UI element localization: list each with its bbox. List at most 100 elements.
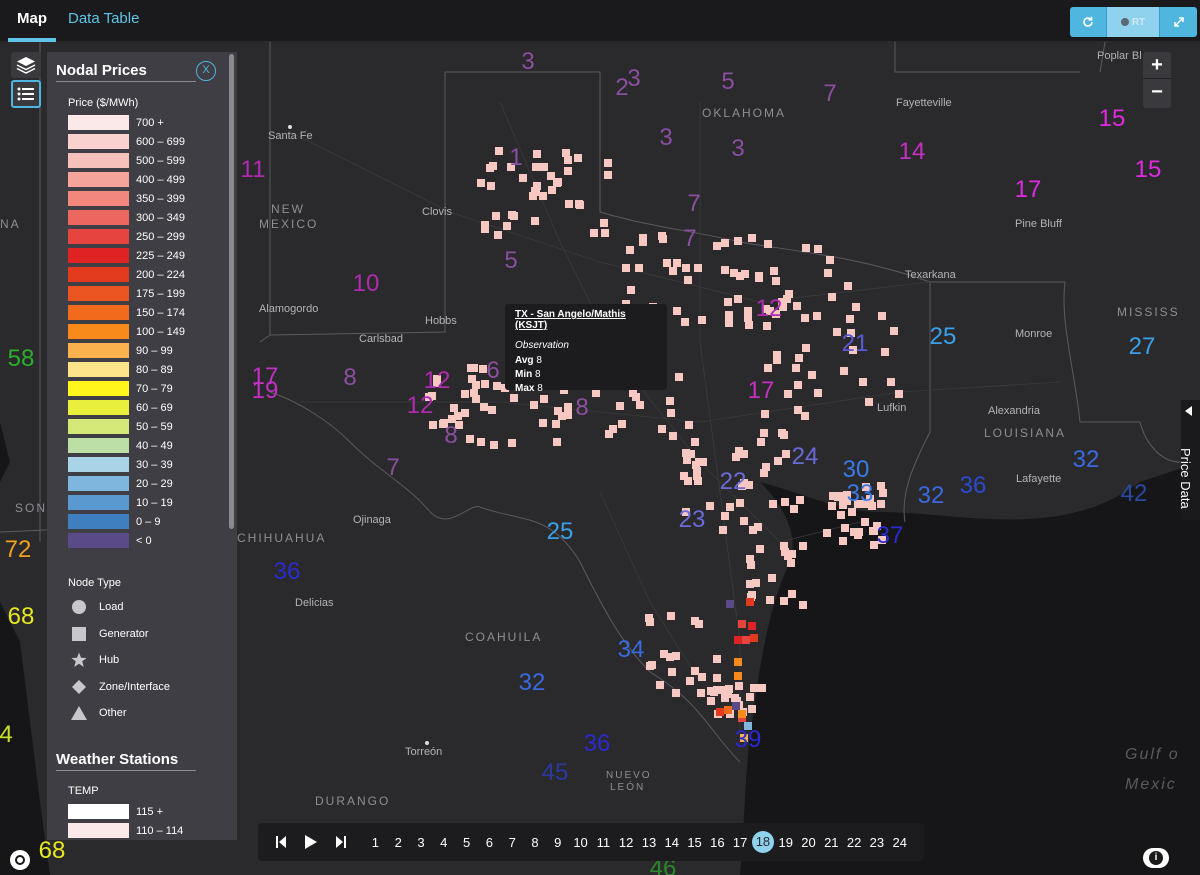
generator-node[interactable] xyxy=(738,620,746,628)
hour-5-button[interactable]: 5 xyxy=(455,835,478,850)
generator-node[interactable] xyxy=(673,307,681,315)
generator-node[interactable] xyxy=(732,453,740,461)
generator-node[interactable] xyxy=(719,526,727,534)
generator-node[interactable] xyxy=(837,511,845,519)
generator-node[interactable] xyxy=(481,225,489,233)
generator-node[interactable] xyxy=(747,561,755,569)
generator-node[interactable] xyxy=(833,328,841,336)
generator-node[interactable] xyxy=(878,312,886,320)
legend-toggle-button[interactable] xyxy=(11,80,41,108)
generator-node[interactable] xyxy=(639,238,647,246)
generator-node[interactable] xyxy=(746,598,754,606)
generator-node[interactable] xyxy=(519,174,527,182)
hour-7-button[interactable]: 7 xyxy=(501,835,524,850)
generator-node[interactable] xyxy=(450,404,458,412)
generator-node[interactable] xyxy=(575,200,583,208)
generator-node[interactable] xyxy=(788,590,796,598)
weather-value[interactable]: 37 xyxy=(877,524,904,548)
weather-value[interactable]: 22 xyxy=(720,470,747,494)
generator-node[interactable] xyxy=(539,192,547,200)
generator-node[interactable] xyxy=(667,612,675,620)
generator-node[interactable] xyxy=(590,229,598,237)
generator-node[interactable] xyxy=(726,600,734,608)
generator-node[interactable] xyxy=(539,419,547,427)
generator-node[interactable] xyxy=(636,401,644,409)
generator-node[interactable] xyxy=(735,682,743,690)
weather-value[interactable]: 4 xyxy=(0,723,13,747)
generator-node[interactable] xyxy=(548,186,556,194)
generator-node[interactable] xyxy=(734,672,742,680)
hour-19-button[interactable]: 19 xyxy=(774,835,797,850)
generator-node[interactable] xyxy=(604,159,612,167)
generator-node[interactable] xyxy=(752,579,760,587)
weather-value[interactable]: 8 xyxy=(444,424,457,448)
generator-node[interactable] xyxy=(748,705,756,713)
generator-node[interactable] xyxy=(757,438,765,446)
generator-node[interactable] xyxy=(725,319,733,327)
generator-node[interactable] xyxy=(895,390,903,398)
weather-value[interactable]: 3 xyxy=(627,67,640,91)
generator-node[interactable] xyxy=(841,524,849,532)
generator-node[interactable] xyxy=(769,500,777,508)
generator-node[interactable] xyxy=(721,512,729,520)
generator-node[interactable] xyxy=(616,402,624,410)
weather-value[interactable]: 36 xyxy=(584,732,611,756)
generator-node[interactable] xyxy=(658,425,666,433)
generator-node[interactable] xyxy=(792,364,800,372)
weather-value[interactable]: 68 xyxy=(8,605,35,629)
generator-node[interactable] xyxy=(684,276,692,284)
generator-node[interactable] xyxy=(724,706,732,714)
tab-data-table[interactable]: Data Table xyxy=(68,0,139,42)
weather-value[interactable]: 42 xyxy=(1121,482,1148,506)
weather-value[interactable]: 10 xyxy=(353,272,380,296)
generator-node[interactable] xyxy=(749,526,757,534)
generator-node[interactable] xyxy=(828,502,836,510)
hour-14-button[interactable]: 14 xyxy=(660,835,683,850)
generator-node[interactable] xyxy=(887,378,895,386)
generator-node[interactable] xyxy=(790,505,798,513)
weather-value[interactable]: 12 xyxy=(756,297,783,321)
refresh-button[interactable] xyxy=(1070,7,1107,37)
hour-12-button[interactable]: 12 xyxy=(615,835,638,850)
generator-node[interactable] xyxy=(553,438,561,446)
weather-value[interactable]: 19 xyxy=(252,379,279,403)
generator-node[interactable] xyxy=(748,234,756,242)
generator-node[interactable] xyxy=(600,219,608,227)
generator-node[interactable] xyxy=(713,655,721,663)
generator-node[interactable] xyxy=(672,689,680,697)
weather-value[interactable]: 39 xyxy=(735,728,762,752)
hour-4-button[interactable]: 4 xyxy=(432,835,455,850)
weather-value[interactable]: 25 xyxy=(930,325,957,349)
weather-value[interactable]: 45 xyxy=(542,761,569,785)
generator-node[interactable] xyxy=(787,559,795,567)
generator-node[interactable] xyxy=(489,162,497,170)
weather-value[interactable]: 58 xyxy=(8,347,35,371)
weather-value[interactable]: 7 xyxy=(386,456,399,480)
weather-value[interactable]: 3 xyxy=(521,50,534,74)
weather-value[interactable]: 12 xyxy=(424,369,451,393)
generator-node[interactable] xyxy=(554,178,562,186)
first-hour-button[interactable] xyxy=(266,823,296,861)
generator-node[interactable] xyxy=(784,552,792,560)
generator-node[interactable] xyxy=(488,406,496,414)
generator-node[interactable] xyxy=(691,438,699,446)
weather-value[interactable]: 15 xyxy=(1099,107,1126,131)
generator-node[interactable] xyxy=(764,364,772,372)
generator-node[interactable] xyxy=(801,314,809,322)
generator-node[interactable] xyxy=(660,650,668,658)
weather-value[interactable]: 8 xyxy=(343,366,356,390)
generator-node[interactable] xyxy=(768,574,776,582)
hour-20-button[interactable]: 20 xyxy=(797,835,820,850)
layers-button[interactable] xyxy=(11,52,41,78)
weather-value[interactable]: 7 xyxy=(683,227,696,251)
generator-node[interactable] xyxy=(470,389,478,397)
generator-node[interactable] xyxy=(760,429,768,437)
generator-node[interactable] xyxy=(750,634,758,642)
generator-node[interactable] xyxy=(890,327,898,335)
hour-21-button[interactable]: 21 xyxy=(820,835,843,850)
hour-16-button[interactable]: 16 xyxy=(706,835,729,850)
hour-8-button[interactable]: 8 xyxy=(524,835,547,850)
generator-node[interactable] xyxy=(801,412,809,420)
weather-value[interactable]: 36 xyxy=(274,560,301,584)
generator-node[interactable] xyxy=(698,316,706,324)
